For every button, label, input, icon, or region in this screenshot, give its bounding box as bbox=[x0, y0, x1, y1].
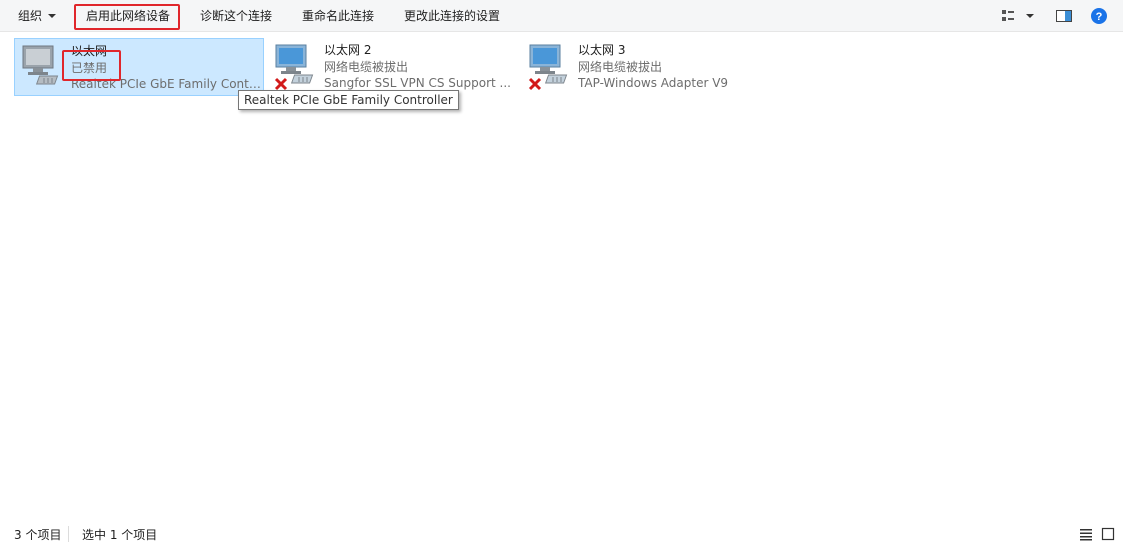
help-icon: ? bbox=[1091, 8, 1107, 24]
network-adapter-unplugged-icon bbox=[526, 41, 576, 91]
details-view-icon bbox=[1080, 529, 1092, 541]
status-bar: 3 个项目 选中 1 个项目 bbox=[0, 522, 1123, 546]
status-divider bbox=[68, 526, 69, 542]
change-settings-label: 更改此连接的设置 bbox=[404, 9, 501, 23]
error-x-icon bbox=[274, 77, 288, 91]
command-bar: 组织 启用此网络设备 诊断这个连接 重命名此连接 更改此连接的设置 ? bbox=[0, 0, 1123, 32]
large-icons-view-button[interactable] bbox=[1101, 527, 1115, 544]
view-options-icon bbox=[1002, 10, 1034, 21]
connection-item-ethernet[interactable]: 以太网 已禁用 Realtek PCIe GbE Family Controll… bbox=[14, 38, 264, 96]
diagnose-button[interactable]: 诊断这个连接 bbox=[198, 4, 274, 28]
connection-status: 网络电缆被拔出 bbox=[324, 60, 409, 74]
rename-button[interactable]: 重命名此连接 bbox=[300, 4, 376, 28]
connection-name: 以太网 3 bbox=[578, 43, 626, 57]
device-tooltip: Realtek PCIe GbE Family Controller bbox=[238, 90, 459, 110]
preview-pane-icon bbox=[1056, 10, 1072, 22]
preview-pane-button[interactable] bbox=[1055, 7, 1073, 28]
connection-device: TAP-Windows Adapter V9 bbox=[578, 76, 729, 90]
large-icons-view-icon bbox=[1101, 527, 1115, 541]
connection-status: 网络电缆被拔出 bbox=[578, 60, 663, 74]
network-adapter-unplugged-icon bbox=[272, 41, 322, 91]
svg-text:?: ? bbox=[1096, 11, 1103, 23]
status-highlight bbox=[62, 50, 121, 81]
dropdown-caret-icon bbox=[48, 13, 57, 18]
connection-item-ethernet-2[interactable]: 以太网 2 网络电缆被拔出 Sangfor SSL VPN CS Support… bbox=[268, 38, 518, 96]
connection-device: Sangfor SSL VPN CS Support ... bbox=[324, 76, 511, 90]
connection-name: 以太网 2 bbox=[324, 43, 372, 57]
diagnose-label: 诊断这个连接 bbox=[200, 9, 273, 23]
enable-button-highlight bbox=[74, 4, 180, 30]
organize-label: 组织 bbox=[18, 9, 43, 23]
error-x-icon bbox=[528, 77, 542, 91]
organize-button[interactable]: 组织 bbox=[16, 4, 58, 28]
help-button[interactable]: ? bbox=[1090, 7, 1108, 28]
rename-label: 重命名此连接 bbox=[302, 9, 375, 23]
item-count: 3 个项目 bbox=[14, 528, 62, 542]
details-view-button[interactable] bbox=[1079, 527, 1093, 544]
connection-item-ethernet-3[interactable]: 以太网 3 网络电缆被拔出 TAP-Windows Adapter V9 bbox=[522, 38, 772, 96]
view-options-button[interactable] bbox=[1001, 7, 1035, 28]
selected-count: 选中 1 个项目 bbox=[82, 528, 158, 542]
change-settings-button[interactable]: 更改此连接的设置 bbox=[402, 4, 502, 28]
